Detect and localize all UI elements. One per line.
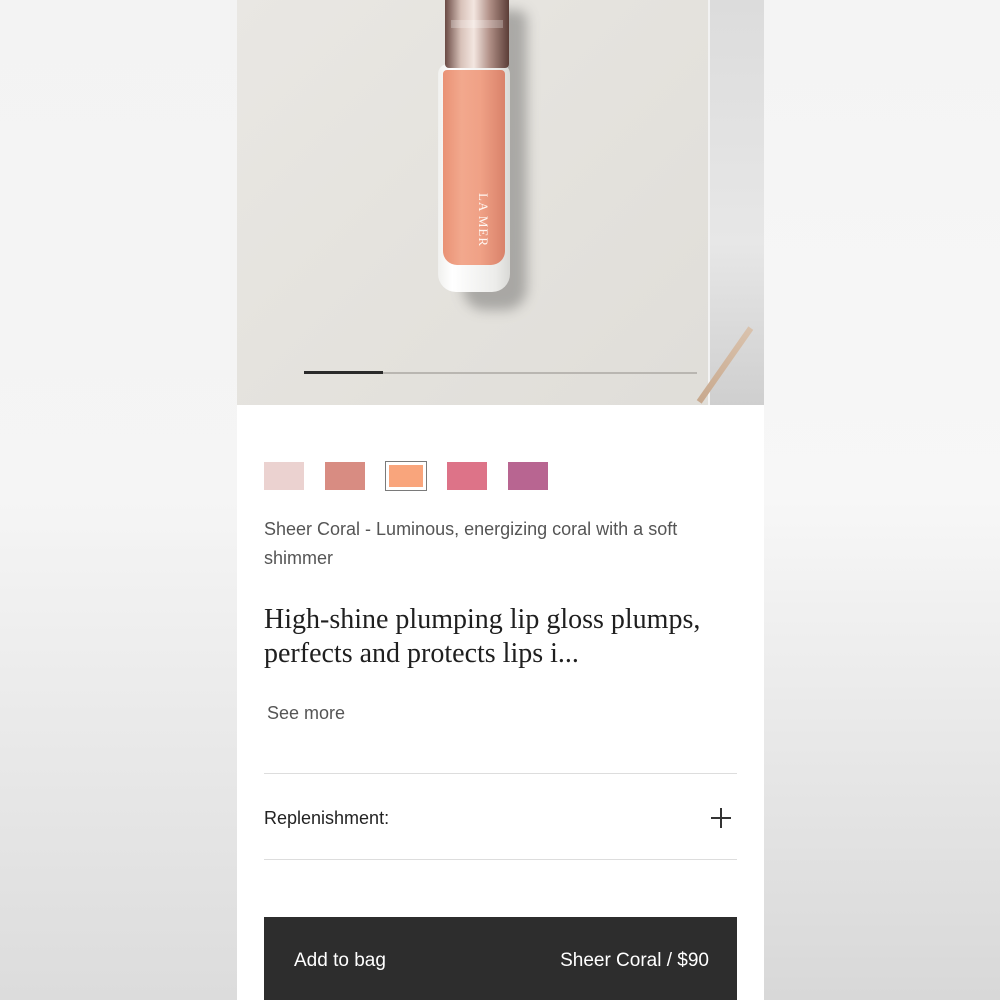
shade-swatch[interactable] [325,462,365,490]
product-headline: High-shine plumping lip gloss plumps, pe… [264,604,701,669]
divider [264,773,737,774]
add-to-bag-button[interactable]: Add to bag Sheer Coral / $90 [264,917,737,1000]
carousel-progress-track[interactable] [304,371,697,374]
shade-description: Sheer Coral - Luminous, energizing coral… [264,519,678,568]
cap-highlight [451,20,503,28]
brand-mark: LA MER [476,192,491,248]
shade-swatch[interactable] [264,462,304,490]
plus-icon[interactable] [711,808,731,828]
shade-swatch[interactable] [508,462,548,490]
shade-swatch[interactable] [385,461,427,491]
product-image-carousel[interactable]: LA MER [237,0,764,405]
see-more-link[interactable]: See more [267,703,345,724]
shade-swatch[interactable] [447,462,487,490]
divider [264,859,737,860]
selection-price: Sheer Coral / $90 [560,950,709,971]
background-left [0,0,237,1000]
product-page: LA MER Sheer Coral - Luminous, energizin… [237,0,764,1000]
carousel-progress-indicator [304,371,383,374]
lip-gloss-cap [445,0,509,68]
shade-swatches [264,461,548,491]
background-right [764,0,1000,1000]
replenishment-label: Replenishment: [264,807,390,828]
add-to-bag-label: Add to bag [294,950,386,971]
replenishment-accordion[interactable]: Replenishment: [264,806,737,830]
